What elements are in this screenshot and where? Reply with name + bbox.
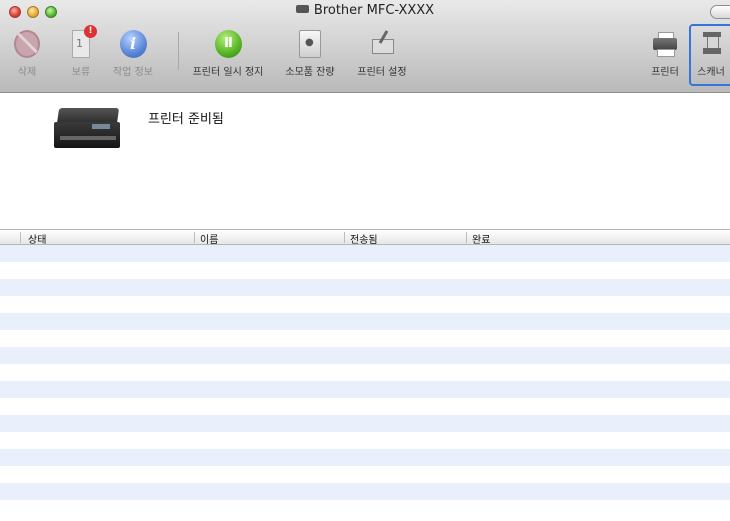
job-table: 상태 이름 전송됨 완료: [0, 229, 730, 521]
pause-printer-label: 프린터 일시 정지: [192, 67, 264, 78]
column-header-completed[interactable]: 완료: [472, 231, 490, 246]
pause-printer-button[interactable]: II 프린터 일시 정지: [184, 30, 272, 78]
supply-levels-label: 소모품 잔량: [285, 67, 335, 78]
toolbar-separator: [178, 32, 179, 70]
table-row: [0, 364, 730, 381]
toolbar-toggle-button[interactable]: [710, 5, 730, 19]
printer-tab-label: 프린터: [651, 67, 679, 78]
column-separator: [194, 232, 195, 243]
column-separator: [344, 232, 345, 243]
hold-number: 1: [76, 37, 83, 50]
table-row: [0, 415, 730, 432]
delete-button[interactable]: 삭제: [14, 30, 40, 78]
column-header-sent[interactable]: 전송됨: [350, 231, 378, 246]
printer-tab-button[interactable]: 프린터: [647, 30, 683, 78]
printer-queue-window: Brother MFC-XXXX 삭제 1 ! 보류 i 작업 정보 II 프린…: [0, 0, 730, 521]
supply-icon: [299, 30, 321, 58]
job-info-label: 작업 정보: [113, 67, 153, 78]
printer-icon: [652, 30, 678, 58]
table-row: [0, 483, 730, 500]
printer-setup-label: 프린터 설정: [357, 67, 407, 78]
table-row: [0, 245, 730, 262]
scanner-icon: [701, 30, 723, 58]
column-header-status[interactable]: 상태: [28, 231, 46, 246]
scanner-tab-button[interactable]: 스캐너: [693, 30, 730, 78]
delete-label: 삭제: [17, 67, 37, 78]
hold-icon: 1 !: [72, 25, 97, 58]
table-row: [0, 279, 730, 296]
table-row: [0, 466, 730, 483]
table-row: [0, 313, 730, 330]
table-row: [0, 330, 730, 347]
window-title-text: Brother MFC-XXXX: [313, 3, 435, 18]
printer-title-icon: [295, 5, 309, 13]
table-row: [0, 398, 730, 415]
hold-label: 보류: [71, 67, 91, 78]
table-row: [0, 296, 730, 313]
info-icon: i: [119, 30, 147, 58]
setup-tools-icon: [368, 30, 396, 58]
scanner-tab-label: 스캐너: [697, 67, 725, 78]
job-info-button[interactable]: i 작업 정보: [106, 30, 160, 78]
printer-info-panel: 프린터 준비됨: [0, 93, 730, 228]
printer-setup-button[interactable]: 프린터 설정: [350, 30, 414, 78]
delete-icon: [14, 30, 40, 58]
job-table-body: [0, 245, 730, 521]
window-title: Brother MFC-XXXX: [0, 3, 730, 18]
hold-badge: !: [84, 25, 97, 38]
supply-levels-button[interactable]: 소모품 잔량: [275, 30, 345, 78]
job-table-header: 상태 이름 전송됨 완료: [0, 229, 730, 246]
table-row: [0, 449, 730, 466]
table-row: [0, 500, 730, 517]
table-row: [0, 432, 730, 449]
column-header-name[interactable]: 이름: [200, 231, 218, 246]
pause-icon: II: [214, 30, 242, 58]
toolbar: Brother MFC-XXXX 삭제 1 ! 보류 i 작업 정보 II 프린…: [0, 0, 730, 93]
hold-button[interactable]: 1 ! 보류: [64, 25, 98, 78]
printer-status-text: 프린터 준비됨: [148, 112, 224, 127]
table-row: [0, 262, 730, 279]
table-row: [0, 347, 730, 364]
column-separator: [466, 232, 467, 243]
printer-device-image: [54, 108, 124, 152]
table-row: [0, 381, 730, 398]
column-separator: [20, 232, 21, 243]
